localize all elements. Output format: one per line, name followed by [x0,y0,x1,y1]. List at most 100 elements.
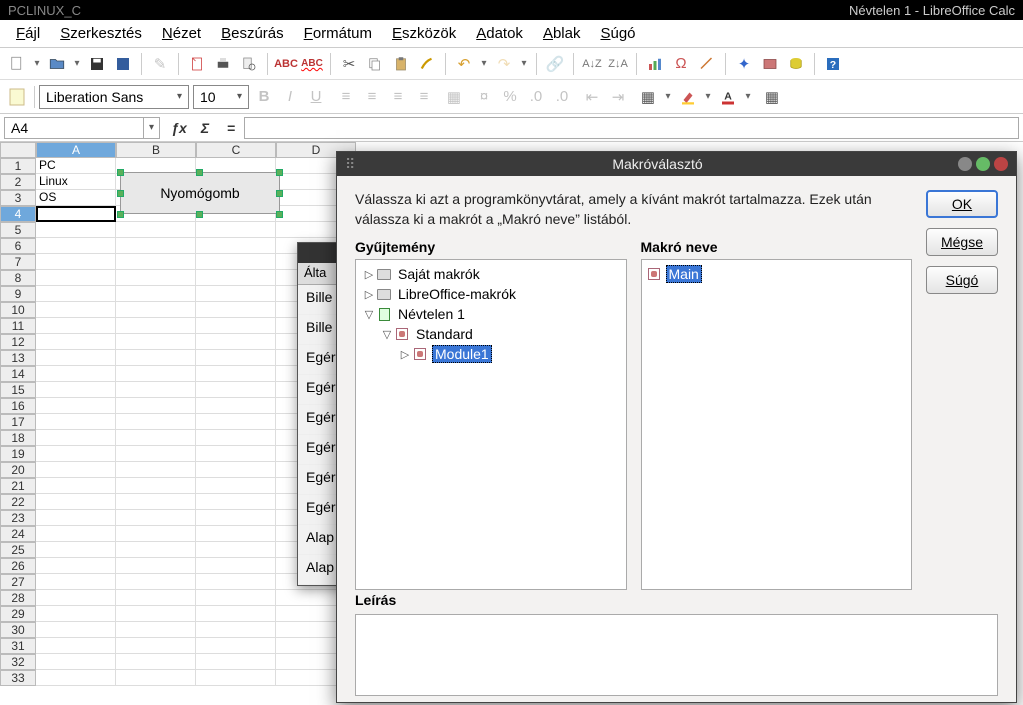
close-icon[interactable] [994,157,1008,171]
save-icon[interactable] [86,53,108,75]
cell[interactable] [116,414,196,430]
styles-icon[interactable] [6,85,30,109]
tree-item[interactable]: ▷ Saját makrók [360,264,622,284]
cell[interactable] [36,206,116,222]
dropdown-icon[interactable]: ▾ [743,91,753,102]
cell[interactable] [116,318,196,334]
menu-item[interactable]: Súgó [590,23,645,44]
cell[interactable] [116,462,196,478]
row-header[interactable]: 1 [0,158,36,174]
redo-icon[interactable]: ↷ [493,53,515,75]
cell[interactable] [196,494,276,510]
cell[interactable] [36,286,116,302]
cell[interactable] [196,366,276,382]
cell[interactable] [116,222,196,238]
resize-handle[interactable] [117,211,124,218]
name-box-dropdown[interactable]: ▾ [144,117,160,139]
cell[interactable] [196,638,276,654]
cell[interactable]: Linux [36,174,116,190]
menu-item[interactable]: Fájl [6,23,50,44]
cell[interactable] [196,670,276,686]
row-header[interactable]: 30 [0,622,36,638]
cancel-button[interactable]: Mégse [926,228,998,256]
row-header[interactable]: 24 [0,526,36,542]
cell[interactable] [196,606,276,622]
cell[interactable] [196,478,276,494]
menu-item[interactable]: Ablak [533,23,591,44]
cell[interactable] [196,382,276,398]
cell[interactable] [36,350,116,366]
object-icon[interactable]: Ω [670,53,692,75]
underline-icon[interactable]: U [305,86,327,108]
expand-icon[interactable]: ▷ [362,268,376,281]
cell[interactable] [36,558,116,574]
cell[interactable] [36,270,116,286]
macro-list[interactable]: Main [641,259,913,590]
grid-icon[interactable]: ▦ [761,86,783,108]
row-header[interactable]: 17 [0,414,36,430]
minimize-icon[interactable] [958,157,972,171]
cell[interactable] [116,510,196,526]
cell[interactable] [36,622,116,638]
row-header[interactable]: 18 [0,430,36,446]
ok-button[interactable]: OK [926,190,998,218]
cell[interactable] [196,462,276,478]
cell[interactable] [36,334,116,350]
row-header[interactable]: 3 [0,190,36,206]
navigator-icon[interactable]: ✦ [733,53,755,75]
new-icon[interactable] [6,53,28,75]
collapse-icon[interactable]: ▽ [362,308,376,321]
row-header[interactable]: 9 [0,286,36,302]
align-left-icon[interactable]: ≡ [335,86,357,108]
italic-icon[interactable]: I [279,86,301,108]
row-header[interactable]: 25 [0,542,36,558]
name-box[interactable]: A4 [4,117,144,139]
cell[interactable] [116,574,196,590]
cell[interactable] [196,622,276,638]
saveas-icon[interactable] [112,53,134,75]
resize-handle[interactable] [276,190,283,197]
help-icon[interactable]: ? [822,53,844,75]
column-header[interactable]: A [36,142,116,158]
resize-handle[interactable] [276,169,283,176]
cell[interactable] [116,638,196,654]
cell[interactable] [36,526,116,542]
row-header[interactable]: 2 [0,174,36,190]
cell[interactable] [36,398,116,414]
cell[interactable] [116,446,196,462]
cell[interactable] [116,350,196,366]
cell[interactable] [196,542,276,558]
font-size-combo[interactable]: 10 ▾ [193,85,249,109]
cell[interactable] [116,254,196,270]
cell[interactable] [196,398,276,414]
expand-icon[interactable]: ▷ [398,348,412,361]
sort-desc-icon[interactable]: Z↓A [607,53,629,75]
cell[interactable] [36,446,116,462]
cell[interactable]: PC [36,158,116,174]
sum-icon[interactable]: Σ [192,117,218,139]
row-header[interactable]: 28 [0,590,36,606]
cell[interactable] [196,270,276,286]
cell[interactable] [116,286,196,302]
cell[interactable] [36,318,116,334]
cell[interactable] [36,654,116,670]
row-header[interactable]: 15 [0,382,36,398]
dropdown-icon[interactable]: ▾ [72,58,82,69]
dialog-titlebar[interactable]: ⠿ Makróválasztó [337,152,1016,176]
cell[interactable] [116,494,196,510]
borders-icon[interactable]: ▦ [637,86,659,108]
cell[interactable] [36,606,116,622]
resize-handle[interactable] [117,169,124,176]
cell[interactable] [116,558,196,574]
resize-handle[interactable] [276,211,283,218]
cell[interactable] [36,510,116,526]
tree-item[interactable]: ▽ Névtelen 1 [360,304,622,324]
merge-icon[interactable]: ▦ [443,86,465,108]
fontcolor-icon[interactable]: A [717,86,739,108]
dropdown-icon[interactable]: ▾ [663,91,673,102]
autospell-icon[interactable]: ABC [301,53,323,75]
print-icon[interactable] [212,53,234,75]
font-name-combo[interactable]: Liberation Sans ▾ [39,85,189,109]
spellcheck-icon[interactable]: ABC [275,53,297,75]
row-header[interactable]: 29 [0,606,36,622]
